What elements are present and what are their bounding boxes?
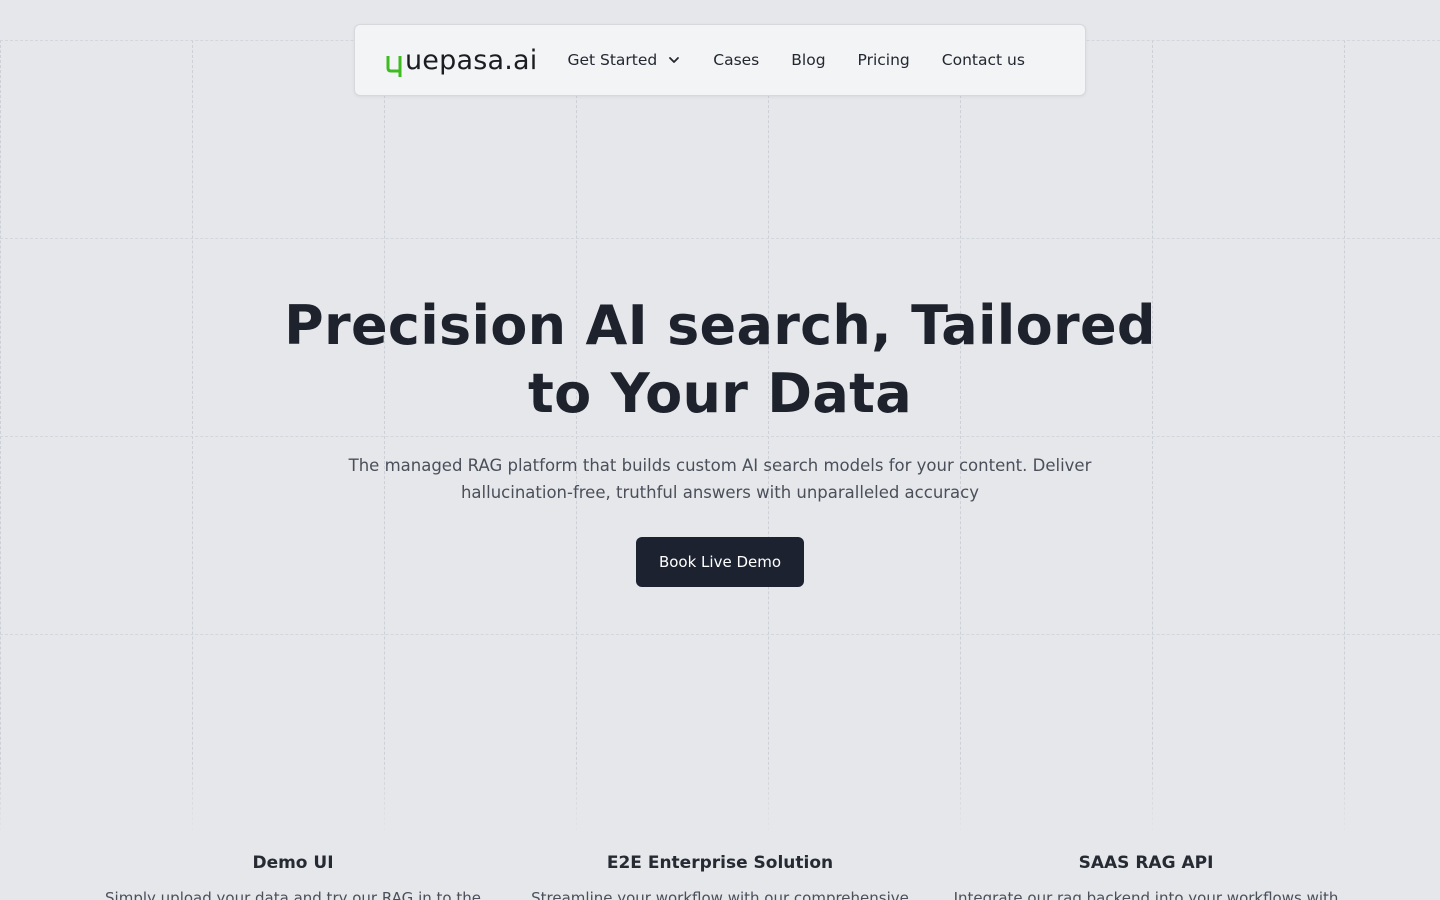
feature-description: Streamline your workflow with our compre… [531,889,909,900]
nav-item-pricing[interactable]: Pricing [858,51,910,69]
nav-item-get-started[interactable]: Get Started [567,51,681,69]
logo-text: uepasa.ai [405,44,538,76]
feature-demo-ui: Demo UI Simply upload your data and try … [83,850,503,900]
feature-saas-rag-api: SAAS RAG API Integrate our rag backend i… [936,850,1356,900]
feature-title: E2E Enterprise Solution [606,853,834,873]
feature-description: Simply upload your data and try our RAG … [105,889,481,900]
nav-item-contact[interactable]: Contact us [942,51,1025,69]
chevron-down-icon [667,53,681,67]
brand-logo[interactable]: uepasa.ai [386,44,538,77]
landing-page: uepasa.ai Get Started Cases Blog Pricing [0,0,1440,900]
top-navbar: uepasa.ai Get Started Cases Blog Pricing [354,24,1086,96]
hero-title: Precision AI search, Tailored to Your Da… [0,292,1440,428]
logo-q-icon [386,54,404,79]
feature-description: Integrate our rag backend into your work… [953,889,1339,900]
feature-e2e-enterprise: E2E Enterprise Solution Streamline your … [510,850,930,900]
nav-item-cases[interactable]: Cases [713,51,759,69]
feature-title: SAAS RAG API [1078,853,1214,873]
nav-item-label: Blog [791,51,826,69]
nav-menu: Get Started Cases Blog Pricing Contact u… [567,51,1056,69]
hero-subtitle: The managed RAG platform that builds cus… [348,456,1092,502]
nav-item-label: Pricing [857,51,910,69]
feature-title: Demo UI [252,853,334,873]
nav-item-label: Contact us [941,51,1025,69]
hero-title-line1: Precision AI search, Tailored [284,294,1156,357]
nav-item-label: Get Started [567,51,658,69]
nav-item-blog[interactable]: Blog [791,51,825,69]
nav-item-label: Cases [713,51,760,69]
book-live-demo-button[interactable]: Book Live Demo [636,537,804,587]
hero-title-line2: to Your Data [528,362,912,425]
